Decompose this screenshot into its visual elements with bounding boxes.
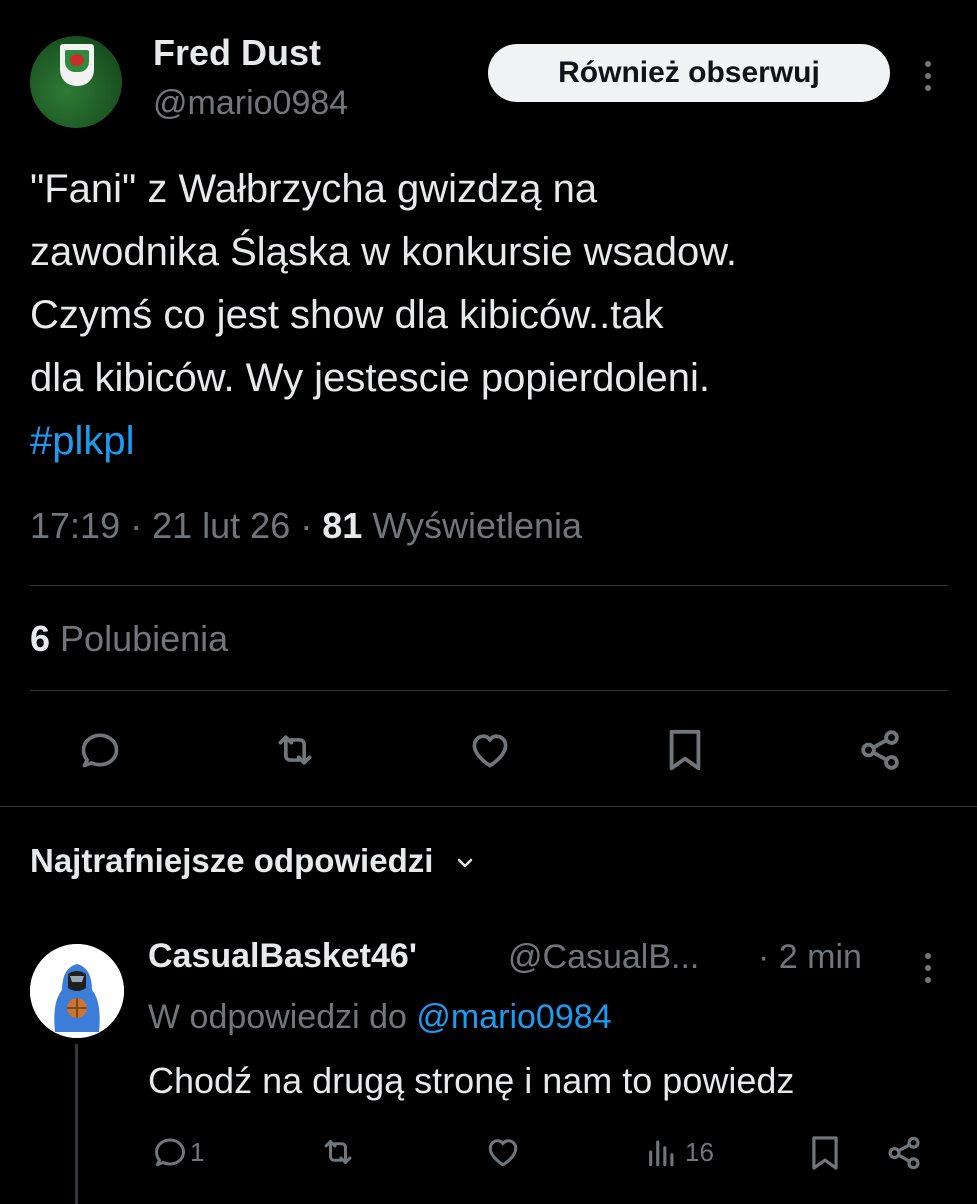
like-icon: [488, 1139, 518, 1167]
reply-retweet-button[interactable]: [318, 1134, 358, 1170]
reply-icon[interactable]: [70, 720, 130, 780]
divider: [30, 690, 948, 691]
author-handle[interactable]: @mario0984: [153, 84, 348, 123]
chevron-down-icon: [457, 859, 472, 868]
tweet-text-line: "Fani" z Wałbrzycha gwizdzą na: [30, 167, 598, 211]
replies-sort-label: Najtrafniejsze odpowiedzi: [30, 842, 434, 879]
views-count: 81: [322, 505, 363, 546]
thread-line: [75, 1044, 78, 1204]
retweet-icon[interactable]: [265, 720, 325, 780]
reply-to-mention[interactable]: @mario0984: [416, 998, 611, 1036]
tweet-meta: 17:19 · 21 lut 26 · 81 Wyświetlenia: [30, 505, 582, 547]
reply-to-line: W odpowiedzi do @mario0984: [148, 998, 612, 1037]
meta-separator: ·: [758, 938, 779, 976]
author-avatar[interactable]: [30, 36, 122, 128]
views-icon: [649, 1140, 674, 1167]
reply-views-count: 16: [685, 1136, 714, 1167]
share-icon: [888, 1136, 920, 1170]
reply-more-options-icon[interactable]: [925, 950, 931, 986]
hooded-figure-icon: [30, 944, 124, 1038]
more-options-icon[interactable]: [925, 58, 931, 94]
reply-bookmark-button[interactable]: [808, 1134, 842, 1172]
bookmark-icon[interactable]: [655, 720, 715, 780]
tweet-text-line: dla kibiców. Wy jestescie popierdoleni.: [30, 356, 710, 400]
likes-summary[interactable]: 6 Polubienia: [30, 618, 228, 660]
reply-icon: [155, 1138, 185, 1167]
tweet-date[interactable]: 21 lut 26: [152, 505, 290, 546]
reply-reply-button[interactable]: 1: [152, 1134, 204, 1170]
tweet-text: "Fani" z Wałbrzycha gwizdzą na zawodnika…: [30, 158, 960, 473]
reply-time[interactable]: · 2 min: [758, 938, 862, 977]
reply-author-name[interactable]: CasualBasket46': [148, 937, 417, 976]
author-name[interactable]: Fred Dust: [153, 32, 321, 74]
views-label: Wyświetlenia: [372, 505, 583, 546]
reply-text: Chodź na drugą stronę i nam to powiedz: [148, 1060, 795, 1101]
meta-separator: ·: [130, 505, 153, 546]
replies-sort-dropdown[interactable]: Najtrafniejsze odpowiedzi: [30, 842, 477, 880]
reply-author-handle[interactable]: @CasualB...: [508, 938, 699, 977]
reply-author-avatar[interactable]: [30, 944, 124, 1038]
tweet-text-line: zawodnika Śląska w konkursie wsadow.: [30, 230, 738, 274]
meta-separator: ·: [300, 505, 323, 546]
reply-like-button[interactable]: [484, 1134, 522, 1170]
reply-to-label: W odpowiedzi do: [148, 998, 407, 1036]
share-icon[interactable]: [850, 720, 910, 780]
likes-count: 6: [30, 618, 51, 659]
follow-back-button[interactable]: Również obserwuj: [488, 44, 890, 102]
tweet-time[interactable]: 17:19: [30, 505, 120, 546]
tweet-text-line: Czymś co jest show dla kibiców..tak: [30, 293, 664, 337]
reply-views-button[interactable]: 16: [645, 1134, 714, 1170]
like-icon[interactable]: [460, 720, 520, 780]
divider: [30, 585, 948, 586]
section-divider: [0, 806, 977, 807]
bookmark-icon: [812, 1136, 838, 1170]
club-crest-icon: [60, 44, 94, 86]
retweet-icon: [324, 1140, 352, 1164]
reply-count: 1: [190, 1136, 205, 1167]
reply-share-button[interactable]: [885, 1134, 923, 1172]
reply-time-value: 2 min: [778, 938, 862, 976]
hashtag-link[interactable]: #plkpl: [30, 410, 960, 473]
likes-label: Polubienia: [60, 618, 229, 659]
